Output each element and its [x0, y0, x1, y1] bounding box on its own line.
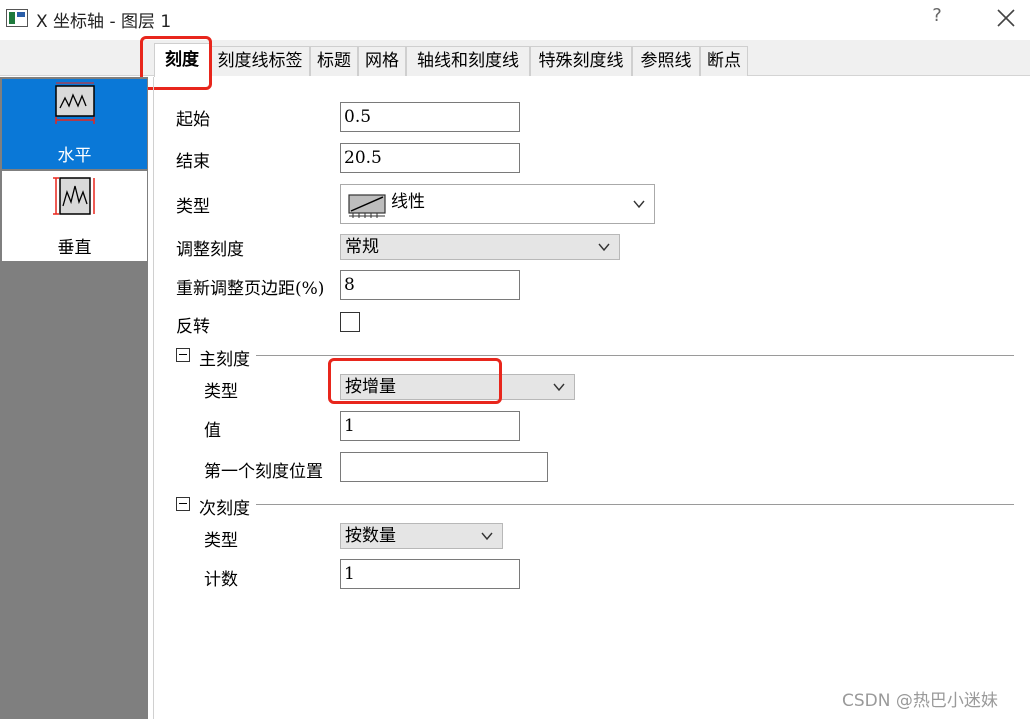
minor-type-select[interactable]: 按数量: [340, 523, 503, 549]
end-input[interactable]: 20.5: [340, 143, 520, 173]
linear-scale-icon: [348, 194, 386, 218]
major-value-label: 值: [204, 421, 221, 441]
reverse-label: 反转: [176, 317, 210, 337]
major-type-label: 类型: [204, 382, 238, 402]
rescale-value: 常规: [345, 237, 379, 257]
rescale-margin-input[interactable]: 8: [340, 270, 520, 300]
tab-special-ticks[interactable]: 特殊刻度线: [530, 46, 632, 76]
minor-type-value: 按数量: [345, 526, 396, 546]
sidebar-item-horizontal[interactable]: 水平: [2, 79, 147, 169]
horizontal-axis-icon: [55, 82, 95, 124]
scale-type-value: 线性: [391, 192, 425, 212]
sidebar-item-label: 垂直: [57, 238, 92, 258]
tab-tick-labels[interactable]: 刻度线标签: [210, 46, 310, 76]
start-label: 起始: [176, 110, 210, 130]
minor-count-label: 计数: [204, 570, 238, 590]
tab-reference-lines[interactable]: 参照线: [632, 46, 700, 76]
window-title: X 坐标轴 - 图层 1: [36, 12, 172, 32]
section-divider: [256, 355, 1014, 356]
major-type-highlight-annotation: [328, 358, 502, 404]
chevron-down-icon: [633, 200, 645, 209]
watermark: CSDN @热巴小迷妹: [842, 691, 998, 711]
type-label: 类型: [176, 197, 210, 217]
minor-count-input[interactable]: 1: [340, 559, 520, 589]
chevron-down-icon: [553, 383, 565, 392]
sidebar-item-label: 水平: [57, 146, 92, 166]
panel-divider: [153, 77, 154, 719]
title-bar: X 坐标轴 - 图层 1 ?: [0, 0, 1030, 40]
axis-sidebar: 水平 垂直: [0, 77, 148, 719]
tab-grid[interactable]: 网格: [358, 46, 406, 76]
first-tick-label: 第一个刻度位置: [204, 462, 323, 482]
tab-axis-line-and-ticks[interactable]: 轴线和刻度线: [406, 46, 530, 76]
minor-ticks-header: 次刻度: [199, 499, 250, 519]
vertical-axis-icon: [53, 177, 95, 215]
help-button[interactable]: ?: [926, 5, 948, 31]
chevron-down-icon: [481, 532, 493, 541]
collapse-major-icon[interactable]: [176, 348, 190, 362]
first-tick-input[interactable]: [340, 452, 548, 482]
scale-type-select[interactable]: 线性: [340, 184, 655, 224]
collapse-minor-icon[interactable]: [176, 497, 190, 511]
sidebar-item-vertical[interactable]: 垂直: [2, 171, 147, 261]
tab-title[interactable]: 标题: [310, 46, 358, 76]
rescale-label: 调整刻度: [176, 240, 244, 260]
reverse-checkbox[interactable]: [340, 312, 360, 332]
chevron-down-icon: [598, 243, 610, 252]
rescale-select[interactable]: 常规: [340, 234, 620, 260]
app-icon: [6, 9, 28, 27]
close-icon[interactable]: [994, 6, 1018, 30]
minor-type-label: 类型: [204, 531, 238, 551]
end-label: 结束: [176, 152, 210, 172]
section-divider: [256, 504, 1014, 505]
tab-breaks[interactable]: 断点: [700, 46, 748, 76]
major-ticks-header: 主刻度: [199, 350, 250, 370]
tab-highlight-annotation: [140, 36, 212, 90]
rescale-margin-label: 重新调整页边距(%): [176, 279, 325, 299]
major-value-input[interactable]: 1: [340, 411, 520, 441]
start-input[interactable]: 0.5: [340, 102, 520, 132]
